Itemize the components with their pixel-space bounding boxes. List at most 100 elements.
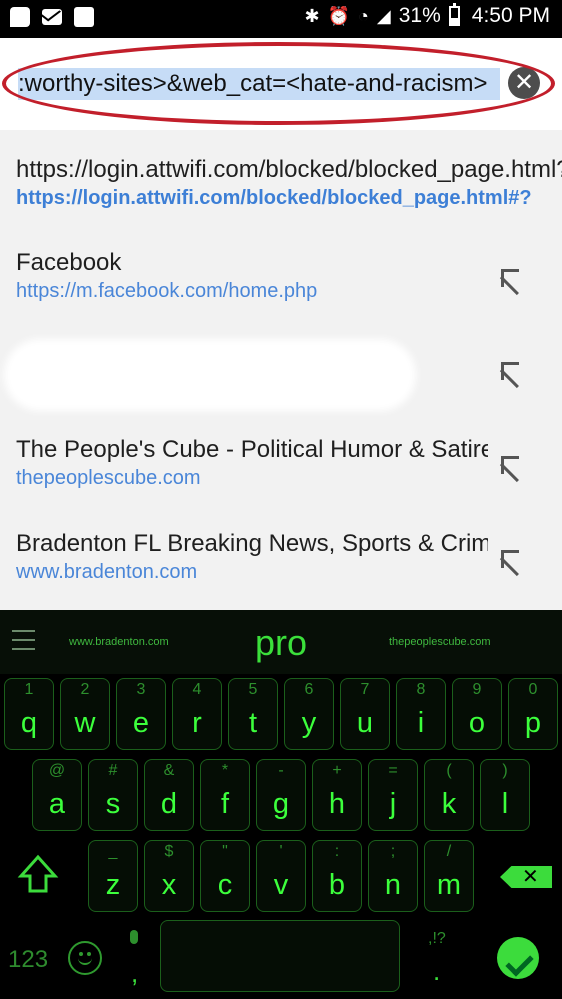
suggestion-title: Bradenton FL Breaking News, Sports & Cri… (16, 530, 488, 557)
suggestion-list: https://login.attwifi.com/blocked/blocke… (0, 130, 562, 610)
key-hint: 2 (80, 681, 90, 698)
key-hint: 4 (192, 681, 202, 698)
key-c[interactable]: " c (200, 840, 250, 912)
key-hint: ' (279, 843, 283, 860)
calendar-notification-icon (74, 7, 94, 27)
done-check-icon[interactable] (497, 937, 539, 979)
suggestion-title: The People's Cube - Political Humor & Sa… (16, 436, 488, 463)
period-key[interactable]: . (433, 956, 440, 987)
key-m[interactable]: / m (424, 840, 474, 912)
keyboard-suggestion-right[interactable]: thepeoplescube.com (389, 636, 491, 648)
key-v[interactable]: ' v (256, 840, 306, 912)
key-hint: : (334, 843, 340, 860)
key-label: o (468, 707, 486, 739)
key-hint: # (108, 762, 118, 779)
key-y[interactable]: 6y (284, 678, 334, 750)
key-g[interactable]: -g (256, 759, 306, 831)
key-h[interactable]: + h (312, 759, 362, 831)
key-hint: 7 (360, 681, 370, 698)
insert-suggestion-arrow-icon[interactable] (497, 265, 523, 291)
alarm-icon: ⏰ (327, 5, 351, 26)
comma-key[interactable]: , (131, 958, 138, 989)
key-hint: 5 (248, 681, 258, 698)
key-hint: 3 (136, 681, 146, 698)
key-k[interactable]: (k (424, 759, 474, 831)
key-label: y (301, 707, 317, 739)
key-d[interactable]: & d (144, 759, 194, 831)
key-label: n (384, 869, 402, 901)
key-label: m (436, 869, 462, 901)
key-l[interactable]: ) l (480, 759, 530, 831)
emoji-icon[interactable] (68, 941, 102, 975)
key-w[interactable]: 2w (60, 678, 110, 750)
key-label: k (441, 788, 457, 820)
key-j[interactable]: = j (368, 759, 418, 831)
mail-notification-icon (42, 9, 62, 25)
key-e[interactable]: 3e (116, 678, 166, 750)
suggestion-url: thepeoplescube.com (16, 467, 201, 489)
key-f[interactable]: * f (200, 759, 250, 831)
insert-suggestion-arrow-icon[interactable] (497, 546, 523, 572)
key-label: e (132, 707, 150, 739)
redacted-suggestion (10, 345, 410, 405)
key-a[interactable]: @ a (32, 759, 82, 831)
key-i[interactable]: 8i (396, 678, 446, 750)
key-label: c (217, 869, 233, 901)
key-o[interactable]: 9o (452, 678, 502, 750)
battery-percent: 31% (398, 4, 441, 27)
key-hint: 8 (416, 681, 426, 698)
key-s[interactable]: # s (88, 759, 138, 831)
key-label: p (524, 707, 542, 739)
key-hint: @ (48, 762, 66, 779)
suggestion-item[interactable]: The People's Cube - Political Humor & Sa… (16, 435, 546, 491)
notification-icons (10, 7, 94, 27)
key-p[interactable]: 0p (508, 678, 558, 750)
microphone-icon[interactable] (130, 930, 138, 944)
key-hint: _ (108, 843, 118, 860)
key-label: a (48, 788, 66, 820)
key-label: i (417, 707, 425, 739)
insert-suggestion-arrow-icon[interactable] (497, 358, 523, 384)
key-hint: ) (502, 762, 508, 779)
key-q[interactable]: 1q (4, 678, 54, 750)
keyboard-suggestion-bar: www.bradenton.com pro thepeoplescube.com (0, 610, 562, 674)
key-n[interactable]: ; n (368, 840, 418, 912)
key-hint: * (221, 762, 229, 779)
key-hint: & (163, 762, 175, 779)
system-icons: ✱ ⏰ ◔ ◢ 31% 4:50 PM (305, 3, 550, 28)
key-t[interactable]: 5t (228, 678, 278, 750)
battery-icon (448, 3, 460, 26)
key-label: r (192, 707, 202, 739)
key-z[interactable]: _ z (88, 840, 138, 912)
key-hint: - (278, 762, 284, 779)
status-bar: ✱ ⏰ ◔ ◢ 31% 4:50 PM (0, 0, 562, 38)
key-label: d (160, 788, 178, 820)
key-label: x (161, 869, 177, 901)
numbers-key[interactable]: 123 (8, 946, 48, 974)
key-hint: + (332, 762, 342, 779)
key-hint: 0 (528, 681, 538, 698)
key-label: h (328, 788, 346, 820)
suggestion-item[interactable]: https://login.attwifi.com/blocked/blocke… (16, 155, 562, 211)
key-label: q (20, 707, 38, 739)
key-b[interactable]: :b (312, 840, 362, 912)
key-label: v (273, 869, 289, 901)
chat-notification-icon (10, 7, 30, 27)
punctuation-hint: ,!? (428, 930, 446, 947)
key-hint: $ (164, 843, 174, 860)
suggestion-url: https://m.facebook.com/home.php (16, 280, 318, 302)
key-r[interactable]: 4r (172, 678, 222, 750)
key-x[interactable]: $ x (144, 840, 194, 912)
insert-suggestion-arrow-icon[interactable] (497, 452, 523, 478)
red-annotation-circle (2, 42, 555, 125)
space-key[interactable] (160, 920, 400, 992)
suggestion-title: https://login.attwifi.com/blocked/blocke… (16, 156, 562, 183)
key-label: l (501, 788, 509, 820)
key-u[interactable]: 7u (340, 678, 390, 750)
key-label: j (389, 788, 397, 820)
suggestion-item[interactable]: Bradenton FL Breaking News, Sports & Cri… (16, 529, 546, 585)
key-label: s (105, 788, 121, 820)
key-label: t (248, 707, 258, 739)
suggestion-item[interactable]: Facebook https://m.facebook.com/home.php (16, 248, 546, 304)
shift-icon[interactable] (16, 852, 60, 896)
